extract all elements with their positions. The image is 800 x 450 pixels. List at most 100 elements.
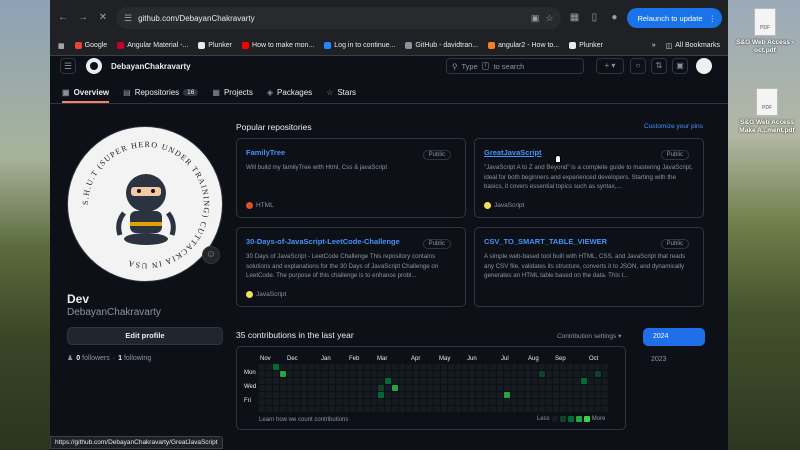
- contribution-cell[interactable]: [364, 371, 370, 377]
- contribution-cell[interactable]: [301, 406, 307, 412]
- contribution-cell[interactable]: [602, 385, 608, 391]
- contribution-cell[interactable]: [399, 385, 405, 391]
- contribution-cell[interactable]: [511, 392, 517, 398]
- contribution-cell[interactable]: [329, 406, 335, 412]
- contribution-cell[interactable]: [406, 392, 412, 398]
- contribution-cell[interactable]: [602, 406, 608, 412]
- contribution-cell[interactable]: [532, 406, 538, 412]
- bookmark-item[interactable]: Plunker: [198, 42, 232, 49]
- contribution-cell[interactable]: [546, 406, 552, 412]
- contribution-cell[interactable]: [602, 378, 608, 384]
- contribution-cell[interactable]: [315, 406, 321, 412]
- contribution-cell[interactable]: [273, 364, 279, 370]
- contribution-cell[interactable]: [476, 364, 482, 370]
- set-status-smiley-icon[interactable]: ☺: [202, 246, 220, 264]
- contribution-cell[interactable]: [560, 378, 566, 384]
- contribution-cell[interactable]: [315, 364, 321, 370]
- contribution-cell[interactable]: [434, 392, 440, 398]
- contribution-cell[interactable]: [560, 399, 566, 405]
- contribution-cell[interactable]: [518, 406, 524, 412]
- bookmark-item[interactable]: Log in to continue...: [324, 42, 395, 49]
- contribution-cell[interactable]: [497, 364, 503, 370]
- contribution-cell[interactable]: [595, 385, 601, 391]
- contribution-cell[interactable]: [567, 371, 573, 377]
- contribution-cell[interactable]: [581, 392, 587, 398]
- contribution-cell[interactable]: [581, 385, 587, 391]
- contribution-cell[interactable]: [378, 385, 384, 391]
- contribution-cell[interactable]: [294, 378, 300, 384]
- contribution-cell[interactable]: [532, 371, 538, 377]
- contribution-cell[interactable]: [259, 378, 265, 384]
- contribution-cell[interactable]: [581, 364, 587, 370]
- contribution-cell[interactable]: [294, 392, 300, 398]
- contribution-cell[interactable]: [322, 364, 328, 370]
- contribution-cell[interactable]: [266, 399, 272, 405]
- inbox-icon[interactable]: ▣: [672, 58, 688, 74]
- contribution-cell[interactable]: [259, 399, 265, 405]
- contribution-cell[interactable]: [322, 392, 328, 398]
- contribution-cell[interactable]: [490, 385, 496, 391]
- menu-icon[interactable]: ☰: [60, 58, 76, 74]
- contribution-cell[interactable]: [343, 371, 349, 377]
- github-logo-icon[interactable]: [86, 58, 102, 74]
- contribution-cell[interactable]: [476, 378, 482, 384]
- contribution-cell[interactable]: [518, 371, 524, 377]
- contribution-cell[interactable]: [413, 378, 419, 384]
- contribution-cell[interactable]: [385, 378, 391, 384]
- contribution-cell[interactable]: [511, 378, 517, 384]
- contribution-cell[interactable]: [420, 392, 426, 398]
- contribution-cell[interactable]: [462, 399, 468, 405]
- contribution-cell[interactable]: [336, 406, 342, 412]
- contribution-cell[interactable]: [441, 392, 447, 398]
- contribution-cell[interactable]: [301, 392, 307, 398]
- contribution-cell[interactable]: [574, 385, 580, 391]
- contribution-cell[interactable]: [455, 392, 461, 398]
- contribution-cell[interactable]: [413, 371, 419, 377]
- contribution-cell[interactable]: [273, 392, 279, 398]
- contribution-cell[interactable]: [385, 385, 391, 391]
- following-link[interactable]: 1 following: [118, 355, 151, 362]
- back-icon[interactable]: ←: [56, 11, 70, 25]
- search-input[interactable]: ⚲ Type / to search: [446, 58, 584, 74]
- contribution-cell[interactable]: [315, 371, 321, 377]
- contribution-cell[interactable]: [602, 399, 608, 405]
- contribution-cell[interactable]: [413, 385, 419, 391]
- contribution-cell[interactable]: [308, 392, 314, 398]
- contribution-cell[interactable]: [350, 392, 356, 398]
- contribution-cell[interactable]: [280, 385, 286, 391]
- contribution-cell[interactable]: [483, 378, 489, 384]
- contribution-cell[interactable]: [350, 399, 356, 405]
- extensions-icon[interactable]: ▦: [567, 11, 581, 25]
- contribution-cell[interactable]: [581, 399, 587, 405]
- contribution-cell[interactable]: [539, 364, 545, 370]
- contribution-cell[interactable]: [581, 406, 587, 412]
- contribution-cell[interactable]: [455, 385, 461, 391]
- contribution-cell[interactable]: [462, 378, 468, 384]
- contribution-cell[interactable]: [574, 364, 580, 370]
- contribution-cell[interactable]: [511, 399, 517, 405]
- contribution-cell[interactable]: [420, 385, 426, 391]
- contribution-cell[interactable]: [371, 406, 377, 412]
- contribution-cell[interactable]: [406, 406, 412, 412]
- contribution-cell[interactable]: [329, 399, 335, 405]
- contribution-cell[interactable]: [287, 406, 293, 412]
- contribution-cell[interactable]: [336, 364, 342, 370]
- sidepanel-icon[interactable]: ▯: [587, 11, 601, 25]
- contribution-cell[interactable]: [595, 378, 601, 384]
- contribution-cell[interactable]: [525, 371, 531, 377]
- chevron-more-icon[interactable]: »: [652, 42, 656, 49]
- contribution-cell[interactable]: [595, 406, 601, 412]
- contribution-cell[interactable]: [455, 378, 461, 384]
- contribution-cell[interactable]: [266, 406, 272, 412]
- contribution-cell[interactable]: [532, 385, 538, 391]
- contribution-cell[interactable]: [504, 385, 510, 391]
- contribution-cell[interactable]: [602, 364, 608, 370]
- contribution-cell[interactable]: [476, 406, 482, 412]
- contribution-cell[interactable]: [553, 371, 559, 377]
- contribution-cell[interactable]: [343, 385, 349, 391]
- contribution-cell[interactable]: [469, 371, 475, 377]
- contribution-cell[interactable]: [287, 371, 293, 377]
- contribution-cell[interactable]: [329, 378, 335, 384]
- contribution-cell[interactable]: [287, 364, 293, 370]
- contribution-cell[interactable]: [350, 406, 356, 412]
